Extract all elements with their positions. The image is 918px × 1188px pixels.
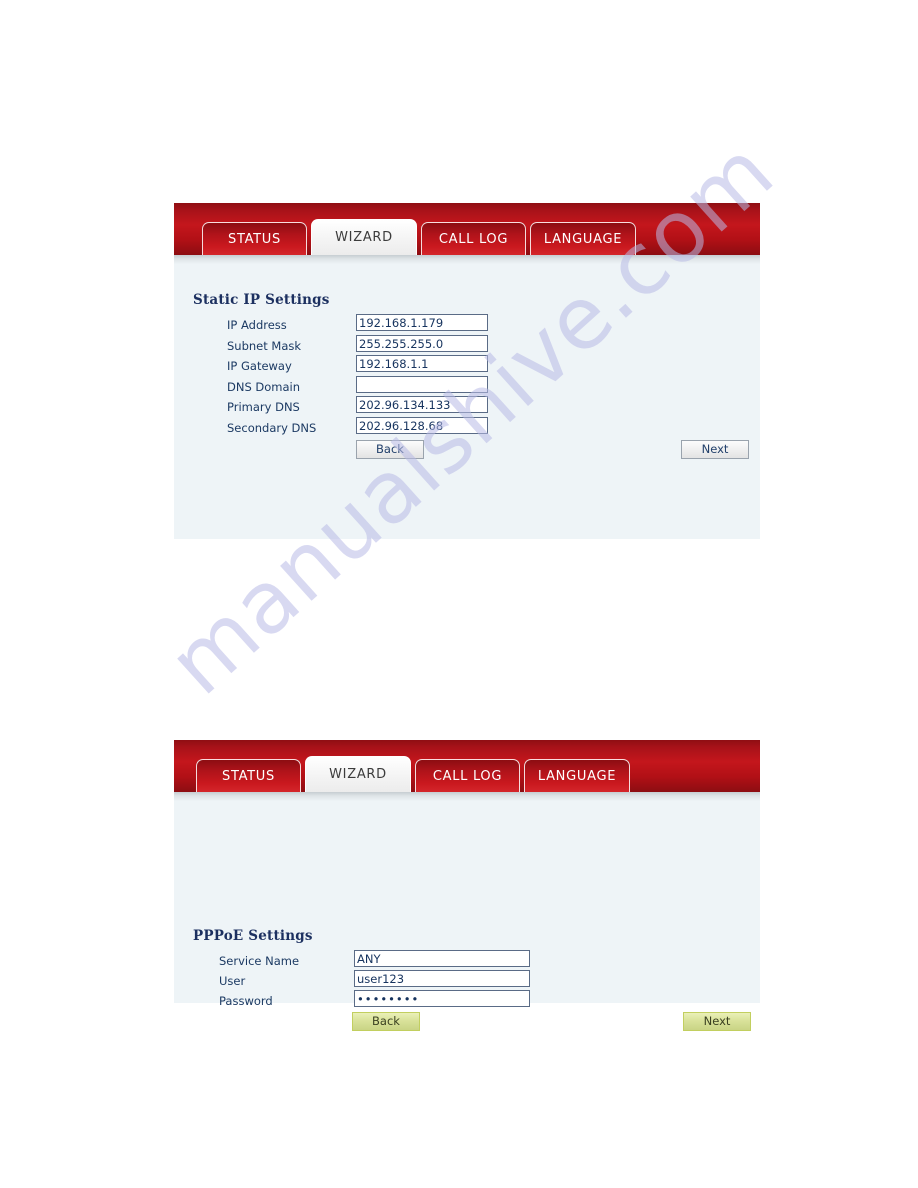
- back-button[interactable]: Back: [352, 1012, 420, 1031]
- next-button[interactable]: Next: [681, 440, 749, 459]
- input-primary-dns[interactable]: [356, 396, 488, 413]
- tab-wizard[interactable]: WIZARD: [311, 219, 417, 255]
- panel-2-header-lip: [174, 792, 760, 801]
- label-ip-gateway: IP Gateway: [227, 359, 292, 373]
- tab-wizard[interactable]: WIZARD: [305, 756, 411, 792]
- label-ip-address: IP Address: [227, 318, 287, 332]
- label-primary-dns: Primary DNS: [227, 400, 300, 414]
- panel-2-content: PPPoE Settings Service Name User Passwor…: [174, 801, 760, 1031]
- tab-status[interactable]: STATUS: [202, 222, 307, 255]
- label-subnet-mask: Subnet Mask: [227, 339, 302, 353]
- label-service-name: Service Name: [219, 954, 300, 968]
- panel-1-header-bar: STATUS WIZARD CALL LOG LANGUAGE: [174, 203, 760, 255]
- static-ip-settings-title: Static IP Settings: [193, 292, 330, 308]
- input-service-name[interactable]: [354, 950, 530, 967]
- back-button[interactable]: Back: [356, 440, 424, 459]
- label-password: Password: [219, 994, 273, 1008]
- form-row: User: [219, 971, 245, 991]
- tab-call-log[interactable]: CALL LOG: [421, 222, 526, 255]
- pppoe-settings-title: PPPoE Settings: [193, 928, 313, 944]
- label-dns-domain: DNS Domain: [227, 380, 301, 394]
- tab-status[interactable]: STATUS: [196, 759, 301, 792]
- form-row: Primary DNS: [227, 397, 300, 417]
- input-secondary-dns[interactable]: [356, 417, 488, 434]
- tab-language[interactable]: LANGUAGE: [530, 222, 636, 255]
- panel-2-header-bar: STATUS WIZARD CALL LOG LANGUAGE: [174, 740, 760, 792]
- input-ip-gateway[interactable]: [356, 355, 488, 372]
- page-watermark: manualshive.com: [0, 0, 918, 1188]
- input-user[interactable]: [354, 970, 530, 987]
- tab-language[interactable]: LANGUAGE: [524, 759, 630, 792]
- panel-1-header-lip: [174, 255, 760, 264]
- form-row: Subnet Mask: [227, 336, 301, 356]
- label-user: User: [219, 974, 246, 988]
- form-row: Secondary DNS: [227, 418, 316, 438]
- panel-1-content: Static IP Settings IP Address Subnet Mas…: [174, 264, 760, 539]
- next-button[interactable]: Next: [683, 1012, 751, 1031]
- tab-call-log[interactable]: CALL LOG: [415, 759, 520, 792]
- input-subnet-mask[interactable]: [356, 335, 488, 352]
- router-ui-screenshot-static-ip: STATUS WIZARD CALL LOG LANGUAGE Static I…: [174, 203, 760, 539]
- form-row: IP Gateway: [227, 356, 292, 376]
- input-dns-domain[interactable]: [356, 376, 488, 393]
- input-ip-address[interactable]: [356, 314, 488, 331]
- panel-1-tab-bar: STATUS WIZARD CALL LOG LANGUAGE: [202, 219, 640, 255]
- router-ui-screenshot-pppoe: STATUS WIZARD CALL LOG LANGUAGE PPPoE Se…: [174, 740, 760, 1031]
- input-password[interactable]: [354, 990, 530, 1007]
- panel-2-tab-bar: STATUS WIZARD CALL LOG LANGUAGE: [196, 756, 634, 792]
- label-secondary-dns: Secondary DNS: [227, 421, 317, 435]
- form-row: IP Address: [227, 315, 287, 335]
- form-row: DNS Domain: [227, 377, 300, 397]
- form-row: Service Name: [219, 951, 299, 971]
- form-row: Password: [219, 991, 273, 1011]
